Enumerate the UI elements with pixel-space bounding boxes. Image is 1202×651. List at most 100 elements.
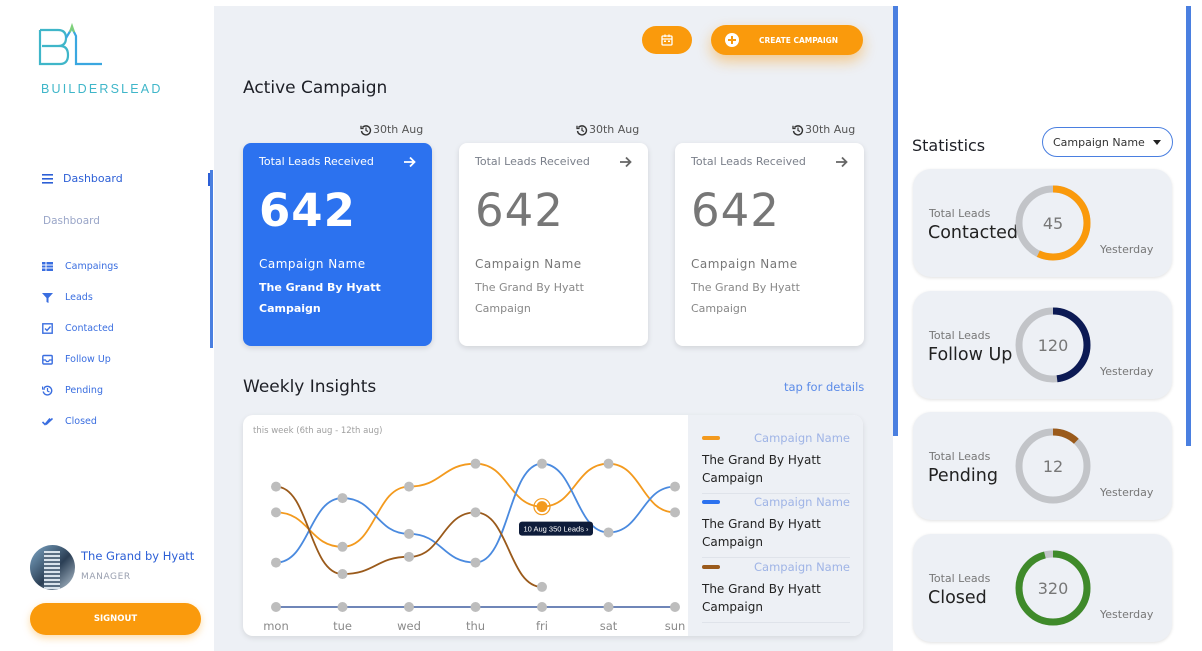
data-point[interactable] (603, 458, 614, 469)
sidebar-item-label: Follow Up (65, 354, 111, 365)
data-point[interactable] (404, 551, 414, 562)
legend-swatch (702, 436, 720, 440)
campaign-date: 30th Aug (360, 123, 423, 136)
campaign-name-label: Campaign Name (691, 257, 798, 271)
campaign-card[interactable]: Total Leads Received 642 Campaign Name T… (243, 143, 432, 346)
stat-small-label: Total Leads (929, 572, 991, 585)
statistics-title: Statistics (912, 136, 986, 155)
x-tick-label: thu (466, 619, 485, 633)
stat-note: Yesterday (1100, 243, 1154, 256)
legend-desc: The Grand By Hyatt Campaign (702, 451, 850, 494)
stat-card-closed[interactable]: Total Leads Closed 320 Yesterday (913, 534, 1172, 642)
legend-name: Campaign Name (754, 431, 850, 445)
builderslead-logo[interactable] (36, 22, 106, 76)
data-point[interactable] (404, 602, 414, 612)
statistics-scrollbar[interactable] (1186, 6, 1191, 446)
arrow-right-icon[interactable] (835, 156, 848, 168)
series-line (275, 462, 676, 548)
legend-swatch (702, 565, 720, 569)
sidebar-item-label: Pending (65, 385, 103, 396)
sidebar-item-leads[interactable]: Leads (42, 282, 118, 313)
campaign-name: The Grand By Hyatt Campaign (259, 281, 381, 315)
highlighted-point[interactable] (536, 501, 548, 513)
data-point[interactable] (337, 602, 348, 612)
legend-item[interactable]: Campaign Name The Grand By Hyatt Campaig… (702, 495, 850, 558)
campaign-card[interactable]: Total Leads Received 642 Campaign Name T… (675, 143, 864, 346)
x-tick-label: tue (333, 619, 352, 633)
campaign-name-label: Campaign Name (475, 257, 582, 271)
stat-card-pending[interactable]: Total Leads Pending 12 Yesterday (913, 412, 1172, 520)
sidebar-item-pending[interactable]: Pending (42, 375, 118, 406)
data-point[interactable] (337, 493, 348, 504)
sidebar-item-label: Dashboard (63, 172, 123, 185)
campaign-name-select[interactable]: Campaign Name (1042, 127, 1173, 157)
data-point[interactable] (537, 602, 547, 612)
stat-title: Contacted (928, 223, 1018, 243)
date-text: 30th Aug (589, 123, 640, 136)
data-point[interactable] (470, 458, 481, 469)
campaign-date: 30th Aug (576, 123, 639, 136)
data-point[interactable] (670, 481, 680, 492)
tooltip-text: 10 Aug 350 Leads › (523, 525, 589, 534)
stat-title: Closed (928, 588, 987, 608)
progress-ring: 120 (1013, 305, 1093, 385)
data-point[interactable] (271, 481, 281, 492)
data-point[interactable] (404, 481, 414, 492)
progress-ring: 12 (1013, 426, 1093, 506)
stat-small-label: Total Leads (929, 207, 991, 220)
leads-count: 642 (259, 184, 356, 237)
sidebar-item-follow-up[interactable]: Follow Up (42, 344, 118, 375)
card-label: Total Leads Received (691, 155, 806, 168)
stat-card-follow-up[interactable]: Total Leads Follow Up 120 Yesterday (913, 291, 1172, 399)
data-point[interactable] (537, 458, 547, 469)
data-point[interactable] (271, 507, 281, 518)
stat-note: Yesterday (1100, 486, 1154, 499)
data-point[interactable] (271, 602, 281, 612)
arrow-right-icon[interactable] (619, 156, 632, 168)
tap-for-details-link[interactable]: tap for details (784, 380, 864, 394)
calendar-button[interactable] (642, 26, 692, 54)
sidebar-nav: Campaings Leads Contacted Follow Up Pend… (42, 251, 118, 437)
arrow-right-icon[interactable] (403, 156, 416, 168)
legend-name: Campaign Name (754, 560, 850, 574)
data-point[interactable] (537, 581, 547, 592)
data-point[interactable] (670, 507, 680, 518)
sidebar-item-label: Contacted (65, 323, 114, 334)
user-profile[interactable]: The Grand by Hyatt MANAGER (30, 545, 194, 590)
signout-button[interactable]: SIGNOUT (30, 603, 201, 635)
calendar-icon (661, 34, 673, 46)
data-point[interactable] (271, 557, 281, 568)
stat-small-label: Total Leads (929, 329, 991, 342)
stat-title: Pending (928, 466, 998, 486)
main-scrollbar[interactable] (893, 6, 898, 436)
campaign-card[interactable]: Total Leads Received 642 Campaign Name T… (459, 143, 648, 346)
history-icon (360, 124, 372, 136)
data-point[interactable] (337, 569, 348, 580)
data-point[interactable] (670, 602, 680, 612)
data-point[interactable] (470, 602, 481, 612)
stat-value: 320 (1037, 578, 1069, 598)
data-point[interactable] (603, 602, 614, 612)
progress-ring: 45 (1013, 183, 1093, 263)
leads-count: 642 (691, 184, 780, 237)
data-point[interactable] (337, 541, 348, 552)
sidebar-scrollbar[interactable] (210, 170, 213, 348)
legend-item[interactable]: Campaign Name The Grand By Hyatt Campaig… (702, 431, 850, 494)
data-point[interactable] (603, 527, 614, 538)
data-point[interactable] (470, 507, 481, 518)
data-point[interactable] (404, 528, 414, 539)
sidebar-item-dashboard[interactable]: Dashboard (42, 172, 211, 186)
data-point[interactable] (470, 557, 481, 568)
stat-card-contacted[interactable]: Total Leads Contacted 45 Yesterday (913, 169, 1172, 277)
date-text: 30th Aug (373, 123, 424, 136)
sidebar-item-campaigns[interactable]: Campaings (42, 251, 118, 282)
filter-icon (42, 293, 53, 303)
campaign-name: The Grand By Hyatt Campaign (475, 281, 584, 315)
create-campaign-label: CREATE CAMPAIGN (759, 35, 839, 45)
stat-small-label: Total Leads (929, 450, 991, 463)
sidebar-item-contacted[interactable]: Contacted (42, 313, 118, 344)
sidebar-item-closed[interactable]: Closed (42, 406, 118, 437)
legend-item[interactable]: Campaign Name The Grand By Hyatt Campaig… (702, 560, 850, 623)
create-campaign-button[interactable]: CREATE CAMPAIGN (711, 25, 863, 55)
plus-icon (725, 33, 739, 47)
